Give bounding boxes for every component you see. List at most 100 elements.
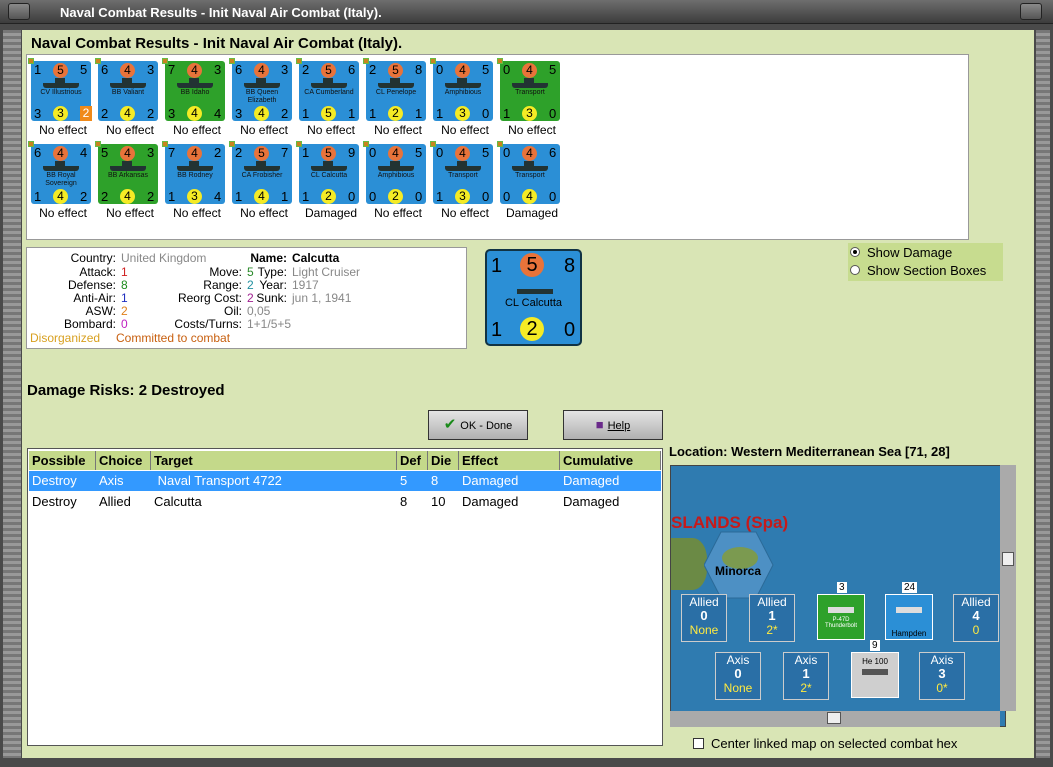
unit-counter[interactable]: 2 5 7 CA Frobisher 1 4 1 <box>229 141 292 204</box>
unit-counter[interactable]: 0 4 5 Amphibious 0 2 0 <box>363 141 426 204</box>
unit-counter[interactable]: 2 5 6 CA Cumberland 1 5 1 <box>296 58 359 121</box>
counter-bottom-right: 1 <box>348 106 356 121</box>
unit-cell[interactable]: 5 4 3 BB Arkansas 2 4 2 No effect <box>95 141 162 226</box>
counter-bottom-left: 1 <box>235 189 243 204</box>
col-target[interactable]: Target <box>151 451 397 470</box>
unit-cell[interactable]: 0 4 5 Transport 1 3 0 No effect <box>430 141 497 226</box>
unit-effect: No effect <box>441 123 489 137</box>
counter-circle-bottom: 2 <box>388 189 403 204</box>
vscroll-thumb[interactable] <box>1002 552 1014 566</box>
stack-count: 9 <box>870 640 880 651</box>
unit-cell[interactable]: 1 5 9 CL Calcutta 1 2 0 Damaged <box>296 141 363 226</box>
unit-counter[interactable]: 7 4 3 BB Idaho 3 4 4 <box>162 58 225 121</box>
island-label: Minorca <box>715 564 762 578</box>
unit-counter[interactable]: 1 5 5 CV Illustrious 3 3 2 <box>28 58 92 121</box>
unit-cell[interactable]: 7 4 3 BB Idaho 3 4 4 No effect <box>162 58 229 143</box>
stack-count: 3 <box>837 582 847 593</box>
show-damage-radio[interactable] <box>850 247 860 257</box>
col-possible[interactable]: Possible <box>29 451 96 470</box>
counter-attack: 7 <box>168 145 176 160</box>
unit-counter[interactable]: 1 5 9 CL Calcutta 1 2 0 <box>296 141 359 204</box>
unit-counter[interactable]: 6 4 3 BB Queen Elizabeth 3 4 2 <box>229 58 292 121</box>
unit-counter[interactable]: 5 4 3 BB Arkansas 2 4 2 <box>95 141 158 204</box>
air-unit-counter[interactable]: Hampden <box>885 594 933 640</box>
col-cumulative[interactable]: Cumulative <box>560 451 661 470</box>
hscroll-thumb[interactable] <box>827 712 841 724</box>
plane-icon <box>828 607 854 613</box>
axis-stack-box[interactable]: Axis 3 0* <box>919 652 965 700</box>
counter-name: BB Arkansas <box>107 172 149 179</box>
unit-cell[interactable]: 2 5 6 CA Cumberland 1 5 1 No effect <box>296 58 363 143</box>
allied-stack-box[interactable]: Allied 0 None <box>681 594 727 642</box>
counter-bottom-right: 0 <box>482 189 490 204</box>
counter-bottom-left: 1 <box>34 189 42 204</box>
counter-name: BB Idaho <box>180 89 210 96</box>
ok-done-label: OK - Done <box>460 420 513 432</box>
unit-counter[interactable]: 2 5 8 CL Penelope 1 2 1 <box>363 58 426 121</box>
counter-circle-top: 5 <box>388 63 403 78</box>
ship-icon <box>512 78 548 88</box>
col-choice[interactable]: Choice <box>96 451 151 470</box>
show-sections-label[interactable]: Show Section Boxes <box>867 263 986 278</box>
allied-stack-box[interactable]: Allied 4 0 <box>953 594 999 642</box>
unit-cell[interactable]: 1 5 5 CV Illustrious 3 3 2 No effect <box>28 58 95 143</box>
unit-cell[interactable]: 7 4 2 BB Rodney 1 3 4 No effect <box>162 141 229 226</box>
axis-stack-box[interactable]: Axis 1 2* <box>783 652 829 700</box>
help-button[interactable]: ■ Help <box>563 410 663 440</box>
counter-bottom-left: 2 <box>101 189 109 204</box>
unit-cell[interactable]: 2 5 8 CL Penelope 1 2 1 No effect <box>363 58 430 143</box>
year-label: Year: <box>259 278 287 292</box>
asw-label: ASW: <box>85 304 116 318</box>
counter-defense: 5 <box>482 62 490 77</box>
center-linked-label: Center linked map on selected combat hex <box>711 736 958 751</box>
unit-counter[interactable]: 0 4 6 Transport 0 4 0 <box>497 141 560 204</box>
type-label: Type: <box>257 265 287 279</box>
damage-table: Possible Choice Target Def Die Effect Cu… <box>27 448 663 746</box>
counter-bottom-left: 0 <box>369 189 377 204</box>
unit-counter[interactable]: 0 4 5 Amphibious 1 3 0 <box>430 58 493 121</box>
unit-cell[interactable]: 6 4 3 BB Valiant 2 4 2 No effect <box>95 58 162 143</box>
show-sections-radio[interactable] <box>850 265 860 275</box>
col-die[interactable]: Die <box>428 451 459 470</box>
unit-counter[interactable]: 0 4 5 Transport 1 3 0 <box>497 58 560 121</box>
unit-cell[interactable]: 2 5 7 CA Frobisher 1 4 1 No effect <box>229 141 296 226</box>
unit-cell[interactable]: 0 4 5 Amphibious 1 3 0 No effect <box>430 58 497 143</box>
show-damage-label[interactable]: Show Damage <box>867 245 952 260</box>
right-frame-strip <box>1036 30 1050 758</box>
air-unit-counter[interactable]: He 100 <box>851 652 899 698</box>
ship-icon <box>311 161 347 171</box>
table-row[interactable]: Destroy Axis Naval Transport 4722 5 8 Da… <box>29 471 661 491</box>
map-vertical-scrollbar[interactable] <box>1000 465 1016 711</box>
unit-cell[interactable]: 6 4 4 BB Royal Sovereign 1 4 2 No effect <box>28 141 95 226</box>
unit-cell[interactable]: 6 4 3 BB Queen Elizabeth 3 4 2 No effect <box>229 58 296 143</box>
unit-counter[interactable]: 6 4 4 BB Royal Sovereign 1 4 2 <box>28 141 91 204</box>
counter-circle-top: 4 <box>388 146 403 161</box>
minimap[interactable]: SLANDS (Spa) Minorca Allied 0 None Allied 1… <box>670 465 1006 727</box>
counter-attack: 1 <box>302 145 310 160</box>
ok-done-button[interactable]: ✔ OK - Done <box>428 410 528 440</box>
map-horizontal-scrollbar[interactable] <box>670 711 1000 727</box>
axis-stack-box[interactable]: Axis 0 None <box>715 652 761 700</box>
unit-cell[interactable]: 0 4 5 Amphibious 0 2 0 No effect <box>363 141 430 226</box>
counter-defense: 7 <box>281 145 289 160</box>
unit-counter[interactable]: 0 4 5 Transport 1 3 0 <box>430 141 493 204</box>
unit-panel: 1 5 5 CV Illustrious 3 3 2 No effect 6 4 3 BB Valia… <box>26 54 969 240</box>
counter-bottom-left: 0 <box>503 189 511 204</box>
center-linked-checkbox[interactable]: Center linked map on selected combat hex <box>693 736 957 751</box>
system-menu-button[interactable] <box>8 3 30 20</box>
col-effect[interactable]: Effect <box>459 451 560 470</box>
allied-stack-box[interactable]: Allied 1 2* <box>749 594 795 642</box>
table-row[interactable]: Destroy Allied Calcutta 8 10 Damaged Dam… <box>29 492 661 512</box>
unit-counter[interactable]: 7 4 2 BB Rodney 1 3 4 <box>162 141 225 204</box>
counter-circle-top: 4 <box>187 63 202 78</box>
unit-cell[interactable]: 0 4 5 Transport 1 3 0 No effect <box>497 58 564 143</box>
cell-effect: Damaged <box>462 473 519 488</box>
unit-counter[interactable]: 6 4 3 BB Valiant 2 4 2 <box>95 58 158 121</box>
counter-circle-bottom: 4 <box>254 106 269 121</box>
air-unit-counter[interactable]: P-47D Thunderbolt <box>817 594 865 640</box>
checkbox-box[interactable] <box>693 738 704 749</box>
close-button[interactable] <box>1020 3 1042 20</box>
counter-bottom-left: 1 <box>302 189 310 204</box>
unit-cell[interactable]: 0 4 6 Transport 0 4 0 Damaged <box>497 141 564 226</box>
col-def[interactable]: Def <box>397 451 428 470</box>
